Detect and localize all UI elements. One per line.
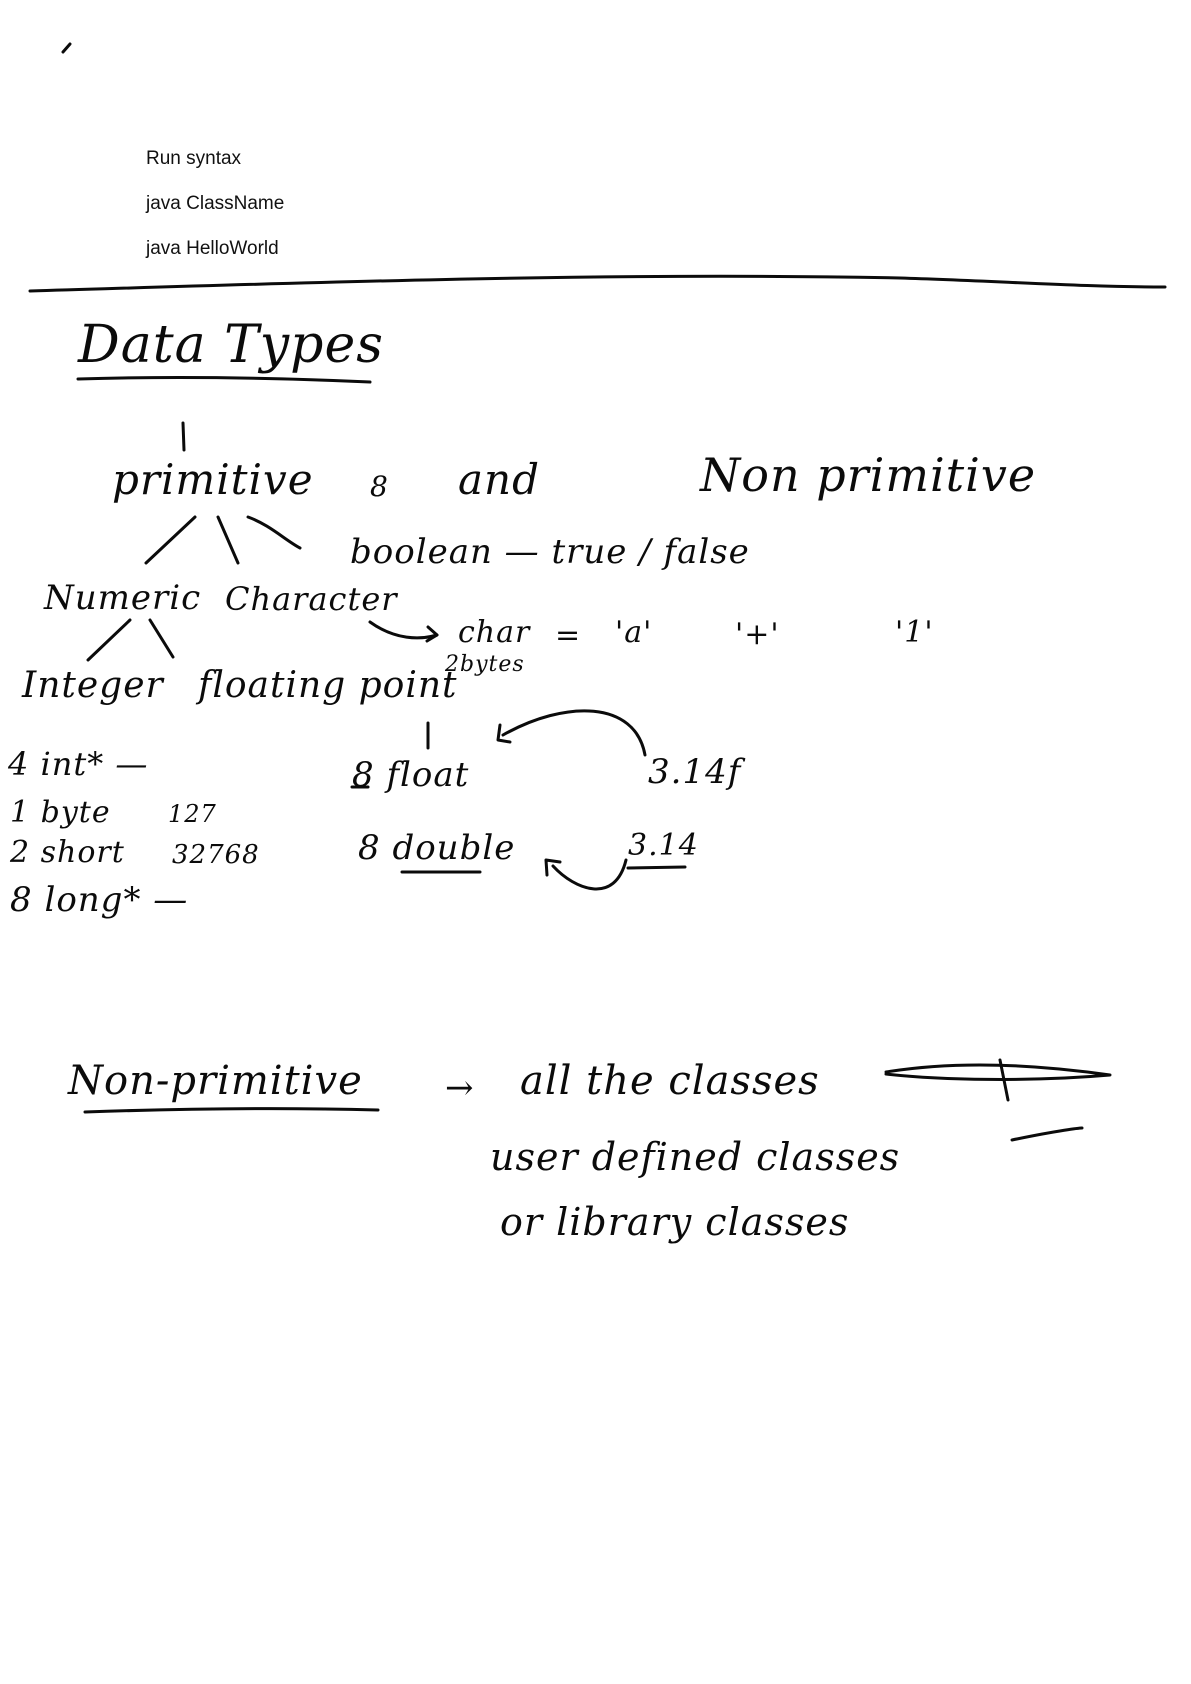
branch-boolean xyxy=(246,515,302,550)
label-boolean: boolean — true / false xyxy=(350,532,750,572)
label-non-primitive-heading: Non primitive xyxy=(700,448,1037,502)
scribble-out-3 xyxy=(1010,1126,1084,1142)
arrow-to-char xyxy=(368,620,439,640)
label-numeric: Numeric xyxy=(44,578,202,618)
label-primitive: primitive xyxy=(112,455,314,504)
label-char-ex1: 'a' xyxy=(615,615,653,650)
label-and: and xyxy=(458,455,540,504)
row-byte: 1 byte xyxy=(10,795,111,830)
tick-mark xyxy=(61,42,72,54)
curve-float xyxy=(501,709,647,757)
label-integer: Integer xyxy=(22,665,164,706)
double-ex-underline xyxy=(626,865,687,870)
row-short-value: 32768 xyxy=(172,840,260,870)
arrow-to-char-head xyxy=(425,625,439,643)
notes-page: Run syntax java ClassName java HelloWorl… xyxy=(0,0,1191,1684)
typed-line-run-syntax: Run syntax xyxy=(146,148,242,169)
curve-double xyxy=(551,858,628,891)
label-primitive-count: 8 xyxy=(370,470,389,503)
row-long: 8 long* — xyxy=(10,880,189,920)
curve-double-head xyxy=(544,858,562,877)
label-floating-point: floating point xyxy=(198,665,458,706)
label-char-ex2: '+' xyxy=(735,617,780,652)
np-underline xyxy=(83,1107,380,1114)
np-line-library: or library classes xyxy=(500,1200,850,1244)
np-arrow: → xyxy=(445,1068,475,1108)
label-char-ex3: '1' xyxy=(895,615,934,650)
branch-character xyxy=(216,515,240,565)
np-line-user-defined: user defined classes xyxy=(490,1135,901,1179)
row-int: 4 int* — xyxy=(8,745,149,783)
row-double: 8 double xyxy=(358,828,516,868)
title-underline xyxy=(76,376,372,384)
scribble-out xyxy=(884,1063,1112,1081)
label-char-eq: = xyxy=(555,618,582,653)
label-character: Character xyxy=(225,580,398,618)
row-float: 8 float xyxy=(352,755,470,795)
curve-float-head xyxy=(496,723,512,744)
label-non-primitive: Non-primitive xyxy=(68,1058,363,1104)
scribble-out-2 xyxy=(998,1058,1010,1102)
label-char: char xyxy=(458,615,531,650)
branch-numeric xyxy=(144,515,197,565)
row-float-example: 3.14f xyxy=(648,752,742,792)
typed-line-java-helloworld: java HelloWorld xyxy=(146,238,279,259)
title-data-types: Data Types xyxy=(78,315,384,375)
np-line-all-classes: all the classes xyxy=(520,1058,820,1104)
branch-integer xyxy=(86,618,132,662)
branch-floating xyxy=(148,618,175,659)
section-divider xyxy=(28,274,1167,293)
row-double-example: 3.14 xyxy=(628,828,699,863)
row-short: 2 short xyxy=(10,835,125,870)
typed-line-java-classname: java ClassName xyxy=(146,193,285,214)
row-byte-value: 127 xyxy=(168,800,217,828)
title-stem xyxy=(181,421,186,452)
